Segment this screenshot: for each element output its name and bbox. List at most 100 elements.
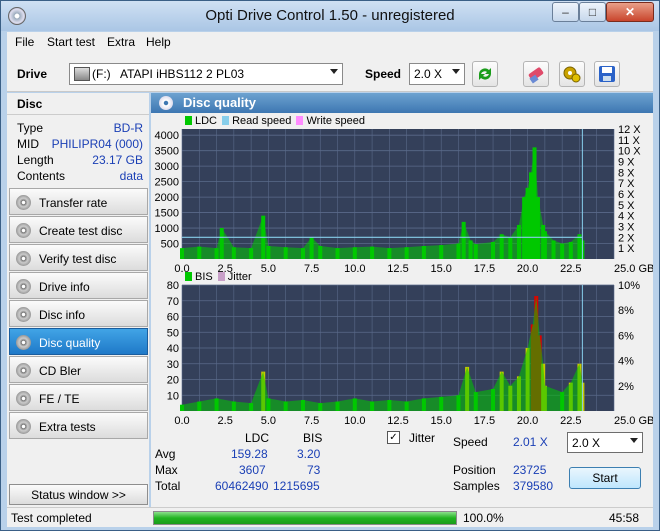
maximize-button[interactable]: □ xyxy=(579,2,606,22)
nav-extra-tests[interactable]: Extra tests xyxy=(9,412,148,439)
y-tick-label: 1500 xyxy=(155,208,179,220)
sidebar: Disc Type BD-R MID PHILIPR04 (000) Lengt… xyxy=(7,93,149,507)
nav-create-test-disc[interactable]: Create test disc xyxy=(9,216,148,243)
test-speed-value: 2.0 X xyxy=(572,436,601,450)
erase-button[interactable] xyxy=(523,61,549,87)
minimize-button[interactable]: – xyxy=(552,2,579,22)
total-label: Total xyxy=(155,479,181,493)
settings-icon xyxy=(563,66,581,83)
x-tick-label: 25.0 GB xyxy=(614,263,653,275)
y2-tick-label: 6% xyxy=(618,330,634,342)
y2-tick-label: 2 X xyxy=(618,232,635,244)
avg-label: Avg xyxy=(155,447,176,461)
refresh-button[interactable] xyxy=(472,61,498,87)
chevron-down-icon xyxy=(330,69,338,74)
x-tick-label: 22.5 xyxy=(560,415,581,427)
x-tick-label: 20.0 xyxy=(517,415,538,427)
x-tick-label: 0.0 xyxy=(174,263,189,275)
toolbar: Drive (F:) ATAPI iHBS112 2 PL03 Speed 2.… xyxy=(7,54,653,92)
x-tick-label: 17.5 xyxy=(474,415,495,427)
nav-label: Disc info xyxy=(39,308,86,322)
transfer-rate-icon xyxy=(16,195,31,210)
test-speed-select[interactable]: 2.0 X xyxy=(567,432,643,453)
start-button[interactable]: Start xyxy=(569,467,641,489)
nav-label: Create test disc xyxy=(39,224,123,238)
y-tick-label: 80 xyxy=(167,280,179,292)
y2-tick-label: 8 X xyxy=(618,167,635,179)
x-tick-label: 10.0 xyxy=(344,263,365,275)
nav-label: Extra tests xyxy=(39,420,96,434)
nav-verify-test-disc[interactable]: Verify test disc xyxy=(9,244,148,271)
drive-label: Drive xyxy=(17,67,48,81)
disc-contents: data xyxy=(119,169,143,183)
y-tick-label: 3500 xyxy=(155,146,179,158)
menu-start-test[interactable]: Start test xyxy=(47,35,95,49)
progress-percent: 100.0% xyxy=(463,511,504,525)
nav-label: Disc quality xyxy=(39,336,101,350)
y-tick-label: 50 xyxy=(167,327,179,339)
x-tick-label: 10.0 xyxy=(344,415,365,427)
disc-info-icon xyxy=(16,307,31,322)
y-tick-label: 30 xyxy=(167,359,179,371)
title-bar[interactable]: Opti Drive Control 1.50 - unregistered –… xyxy=(1,1,659,31)
x-tick-label: 15.0 xyxy=(430,263,451,275)
y2-tick-label: 9 X xyxy=(618,157,635,169)
col-ldc: LDC xyxy=(245,431,270,445)
refresh-icon xyxy=(479,68,491,80)
y2-tick-label: 11 X xyxy=(618,135,640,147)
save-button[interactable] xyxy=(594,61,620,87)
x-tick-label: 25.0 GB xyxy=(614,415,653,427)
nav-cd-bler[interactable]: CD Bler xyxy=(9,356,148,383)
close-button[interactable]: ✕ xyxy=(606,2,654,22)
y-tick-label: 20 xyxy=(167,375,179,387)
y-tick-label: 3000 xyxy=(155,161,179,173)
x-tick-label: 0.0 xyxy=(174,415,189,427)
drive-letter: (F:) xyxy=(92,67,111,81)
y2-tick-label: 10 X xyxy=(618,146,641,158)
x-tick-label: 5.0 xyxy=(261,263,276,275)
length-label: Length xyxy=(17,153,54,167)
nav-label: CD Bler xyxy=(39,364,82,378)
menu-help[interactable]: Help xyxy=(146,35,171,49)
speed-stat-label: Speed xyxy=(453,435,488,449)
jitter-label: Jitter xyxy=(409,431,436,445)
drive-icon xyxy=(74,67,90,81)
nav-disc-info[interactable]: Disc info xyxy=(9,300,148,327)
avg-ldc: 159.28 xyxy=(231,447,268,461)
panel-title: Disc quality xyxy=(183,95,256,110)
eraser-icon xyxy=(528,67,544,84)
speed-stat: 2.01 X xyxy=(513,435,548,449)
y2-tick-label: 10% xyxy=(618,280,640,292)
x-tick-label: 2.5 xyxy=(218,415,233,427)
contents-label: Contents xyxy=(17,169,66,183)
y2-tick-label: 4% xyxy=(618,356,634,368)
speed-select[interactable]: 2.0 X xyxy=(409,63,465,85)
menu-file[interactable]: File xyxy=(15,35,34,49)
x-tick-label: 20.0 xyxy=(517,263,538,275)
status-text: Test completed xyxy=(11,511,92,525)
nav-label: Transfer rate xyxy=(39,196,108,210)
jitter-checkbox[interactable]: ✓ xyxy=(387,431,400,444)
nav-fe-te[interactable]: FE / TE xyxy=(9,384,148,411)
nav-drive-info[interactable]: Drive info xyxy=(9,272,148,299)
x-tick-label: 2.5 xyxy=(218,263,233,275)
cd-bler-icon xyxy=(16,363,31,378)
y2-tick-label: 4 X xyxy=(618,211,635,223)
chevron-down-icon xyxy=(630,438,638,443)
status-window-button[interactable]: Status window >> xyxy=(9,484,148,505)
y2-tick-label: 8% xyxy=(618,305,634,317)
col-bis: BIS xyxy=(303,431,323,445)
stats-area: LDC BIS Avg 159.28 3.20 Max 3607 73 Tota… xyxy=(151,429,653,507)
progress-fill xyxy=(154,512,456,524)
y2-tick-label: 3 X xyxy=(618,222,635,234)
x-tick-label: 12.5 xyxy=(387,263,408,275)
y2-tick-label: 7 X xyxy=(618,178,635,190)
menu-extra[interactable]: Extra xyxy=(107,35,135,49)
mid-label: MID xyxy=(17,137,39,151)
x-tick-label: 5.0 xyxy=(261,415,276,427)
drive-select[interactable]: (F:) ATAPI iHBS112 2 PL03 xyxy=(69,63,343,85)
settings-button[interactable] xyxy=(559,61,585,87)
nav-disc-quality[interactable]: Disc quality xyxy=(9,328,148,355)
nav-transfer-rate[interactable]: Transfer rate xyxy=(9,188,148,215)
y-tick-label: 2500 xyxy=(155,177,179,189)
